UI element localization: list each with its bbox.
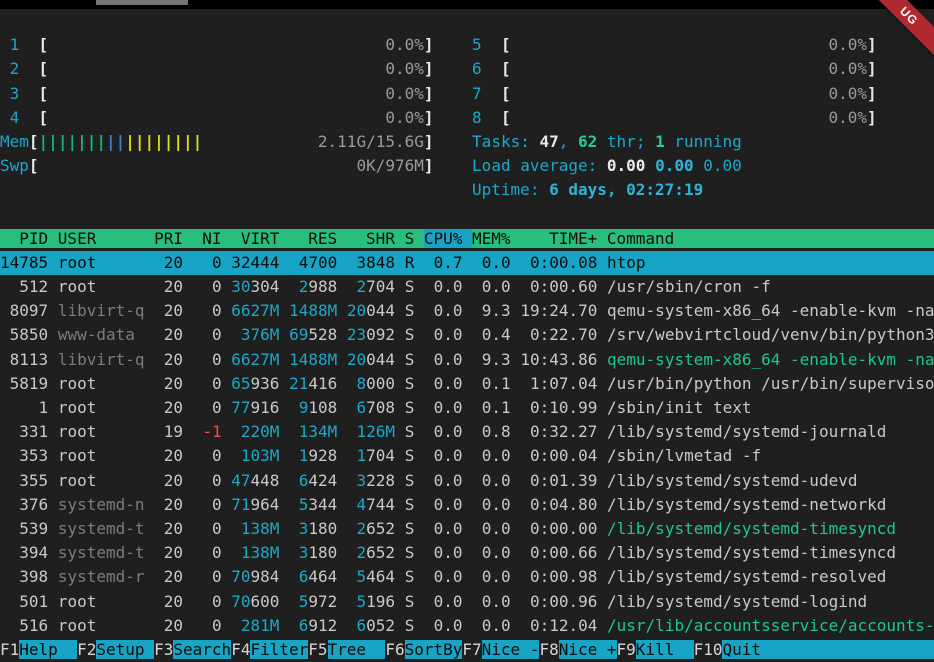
mem-meter-row: Mem[||||||||||||||||| 2.11G/15.6G] Tasks… <box>0 130 934 154</box>
blank-line <box>0 203 934 227</box>
blank-line <box>0 9 934 33</box>
process-row[interactable]: 331 root 19 -1 220M 134M 126M S 0.0 0.8 … <box>0 420 934 444</box>
process-row[interactable]: 539 systemd-t 20 0 138M 3180 2652 S 0.0 … <box>0 517 934 541</box>
cpu-meter-row: 4 [ 0.0%] 8 [ 0.0%] <box>0 106 934 130</box>
uptime-row: Uptime: 6 days, 02:27:19 <box>0 178 934 202</box>
function-key-bar[interactable]: F1Help F2Setup F3SearchF4FilterF5Tree F6… <box>0 638 934 662</box>
process-row[interactable]: 394 systemd-t 20 0 138M 3180 2652 S 0.0 … <box>0 541 934 565</box>
process-row[interactable]: 14785 root 20 0 32444 4700 3848 R 0.7 0.… <box>0 251 934 275</box>
htop-terminal-screen: 1 [ 0.0%] 5 [ 0.0%] 2 [ 0.0%] 6 [ 0.0%] … <box>0 0 934 662</box>
cpu-meter-row: 2 [ 0.0%] 6 [ 0.0%] <box>0 57 934 81</box>
process-row[interactable]: 5819 root 20 0 65936 21416 8000 S 0.0 0.… <box>0 372 934 396</box>
cpu-meter-row: 3 [ 0.0%] 7 [ 0.0%] <box>0 82 934 106</box>
swap-meter-row: Swp[ 0K/976M] Load average: 0.00 0.00 0.… <box>0 154 934 178</box>
process-row[interactable]: 398 systemd-r 20 0 70984 6464 5464 S 0.0… <box>0 565 934 589</box>
htop-terminal: 1 [ 0.0%] 5 [ 0.0%] 2 [ 0.0%] 6 [ 0.0%] … <box>0 9 934 662</box>
tab-indicator[interactable] <box>96 0 188 5</box>
process-row[interactable]: 1 root 20 0 77916 9108 6708 S 0.0 0.1 0:… <box>0 396 934 420</box>
cpu-meter-row: 1 [ 0.0%] 5 [ 0.0%] <box>0 33 934 57</box>
process-row[interactable]: 516 root 20 0 281M 6912 6052 S 0.0 0.0 0… <box>0 614 934 638</box>
process-row[interactable]: 512 root 20 0 30304 2988 2704 S 0.0 0.0 … <box>0 275 934 299</box>
process-row[interactable]: 353 root 20 0 103M 1928 1704 S 0.0 0.0 0… <box>0 444 934 468</box>
process-row[interactable]: 355 root 20 0 47448 6424 3228 S 0.0 0.0 … <box>0 469 934 493</box>
window-top-strip <box>0 0 934 9</box>
process-row[interactable]: 376 systemd-n 20 0 71964 5344 4744 S 0.0… <box>0 493 934 517</box>
process-row[interactable]: 8097 libvirt-q 20 0 6627M 1488M 20044 S … <box>0 299 934 323</box>
process-row[interactable]: 501 root 20 0 70600 5972 5196 S 0.0 0.0 … <box>0 590 934 614</box>
table-header-row[interactable]: PID USER PRI NI VIRT RES SHR S CPU% MEM%… <box>0 227 934 251</box>
process-row[interactable]: 8113 libvirt-q 20 0 6627M 1488M 20044 S … <box>0 348 934 372</box>
process-row[interactable]: 5850 www-data 20 0 376M 69528 23092 S 0.… <box>0 323 934 347</box>
